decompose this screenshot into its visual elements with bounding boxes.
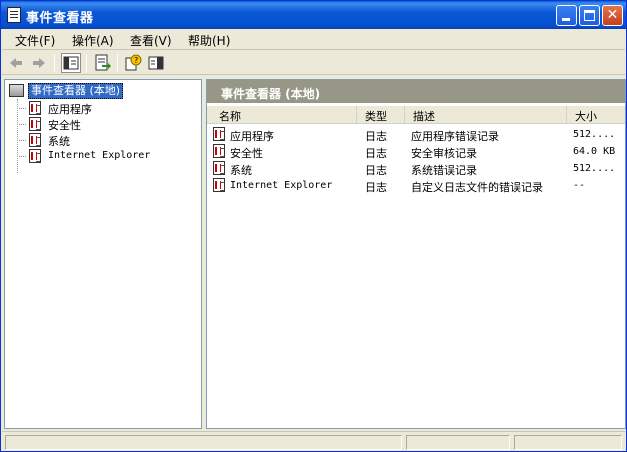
tree-connector — [17, 156, 26, 157]
tree-item-label: 系统 — [48, 135, 70, 148]
menu-file[interactable]: 文件(F) — [13, 32, 57, 49]
column-header-name[interactable]: 名称 — [207, 106, 357, 124]
menu-view[interactable]: 查看(V) — [128, 32, 174, 49]
export-list-button[interactable] — [92, 53, 112, 73]
tree-item-label: 安全性 — [48, 119, 81, 132]
minimize-icon — [562, 18, 570, 21]
details-pane-header: 事件查看器 (本地) — [207, 80, 625, 103]
status-bar — [2, 431, 625, 451]
forward-button[interactable] — [29, 53, 49, 73]
row-name: 系统 — [230, 164, 252, 177]
status-panel — [5, 435, 402, 450]
log-icon — [29, 101, 41, 115]
tree-connector — [17, 108, 26, 109]
tree-item-label: 应用程序 — [48, 103, 92, 116]
close-button[interactable]: ✕ — [602, 5, 623, 26]
details-pane: 事件查看器 (本地) 名称 类型 描述 大小 应用程序 日志 应用程序错误记录 … — [206, 79, 626, 429]
row-type: 日志 — [365, 181, 387, 194]
tree-connector — [17, 140, 26, 141]
maximize-button[interactable] — [579, 5, 600, 26]
show-hide-tree-button[interactable] — [61, 53, 81, 73]
list-row[interactable]: 安全性 日志 安全审核记录 64.0 KB — [207, 143, 625, 160]
show-hide-action-pane-button[interactable] — [146, 53, 166, 73]
row-name: Internet Explorer — [230, 180, 333, 191]
tree-root-label: 事件查看器 (本地) — [28, 83, 124, 99]
list-row[interactable]: 系统 日志 系统错误记录 512.... — [207, 160, 625, 177]
row-size: 64.0 KB — [573, 146, 616, 157]
row-type: 日志 — [365, 164, 387, 177]
close-icon: ✕ — [606, 7, 619, 23]
column-header-description[interactable]: 描述 — [405, 106, 567, 124]
toolbar-separator — [117, 54, 118, 72]
status-panel — [514, 435, 622, 450]
export-list-icon — [95, 54, 111, 71]
back-button[interactable] — [6, 53, 26, 73]
log-icon — [29, 133, 41, 147]
log-icon — [213, 178, 225, 192]
log-icon — [29, 117, 41, 131]
toolbar-separator — [54, 54, 55, 72]
row-type: 日志 — [365, 130, 387, 143]
row-description: 系统错误记录 — [411, 164, 477, 177]
row-name: 应用程序 — [230, 130, 274, 143]
tree-connector — [17, 124, 26, 125]
row-type: 日志 — [365, 147, 387, 160]
action-pane-icon — [148, 56, 164, 70]
row-size: 512.... — [573, 163, 616, 174]
window-title: 事件查看器 — [26, 11, 94, 26]
row-description: 应用程序错误记录 — [411, 130, 499, 143]
help-button[interactable]: ? — [123, 53, 143, 73]
log-icon — [213, 144, 225, 158]
toolbar-separator — [86, 54, 87, 72]
column-header-size[interactable]: 大小 — [567, 106, 625, 124]
row-size: -- — [573, 180, 586, 191]
event-viewer-window: 事件查看器 ✕ 文件(F) 操作(A) 查看(V) 帮助(H) ? 事件查看器 … — [0, 0, 627, 452]
row-description: 自定义日志文件的错误记录 — [411, 181, 543, 194]
computer-icon — [9, 84, 24, 97]
toolbar: ? — [2, 51, 625, 75]
tree-item-label: Internet Explorer — [48, 150, 151, 161]
minimize-button[interactable] — [556, 5, 577, 26]
column-header-row: 名称 类型 描述 大小 — [207, 106, 625, 124]
menu-action[interactable]: 操作(A) — [70, 32, 116, 49]
log-icon — [29, 149, 41, 163]
title-bar[interactable]: 事件查看器 ✕ — [1, 1, 626, 29]
help-icon: ? — [125, 54, 142, 71]
console-tree[interactable]: 事件查看器 (本地) 应用程序 安全性 系统 Internet Explorer — [4, 79, 202, 429]
menu-help[interactable]: 帮助(H) — [186, 32, 232, 49]
row-description: 安全审核记录 — [411, 147, 477, 160]
log-icon — [213, 161, 225, 175]
event-viewer-app-icon[interactable] — [7, 7, 21, 23]
row-name: 安全性 — [230, 147, 263, 160]
list-row[interactable]: 应用程序 日志 应用程序错误记录 512.... — [207, 126, 625, 143]
row-size: 512.... — [573, 129, 616, 140]
list-row[interactable]: Internet Explorer 日志 自定义日志文件的错误记录 -- — [207, 177, 625, 194]
tree-connector — [17, 99, 18, 173]
menu-bar: 文件(F) 操作(A) 查看(V) 帮助(H) — [2, 29, 625, 50]
column-header-type[interactable]: 类型 — [357, 106, 405, 124]
back-arrow-icon — [10, 58, 22, 68]
forward-arrow-icon — [33, 58, 45, 68]
maximize-icon — [584, 10, 595, 21]
svg-text:?: ? — [134, 56, 138, 65]
log-icon — [213, 127, 225, 141]
status-panel — [406, 435, 510, 450]
console-tree-icon — [63, 56, 79, 70]
